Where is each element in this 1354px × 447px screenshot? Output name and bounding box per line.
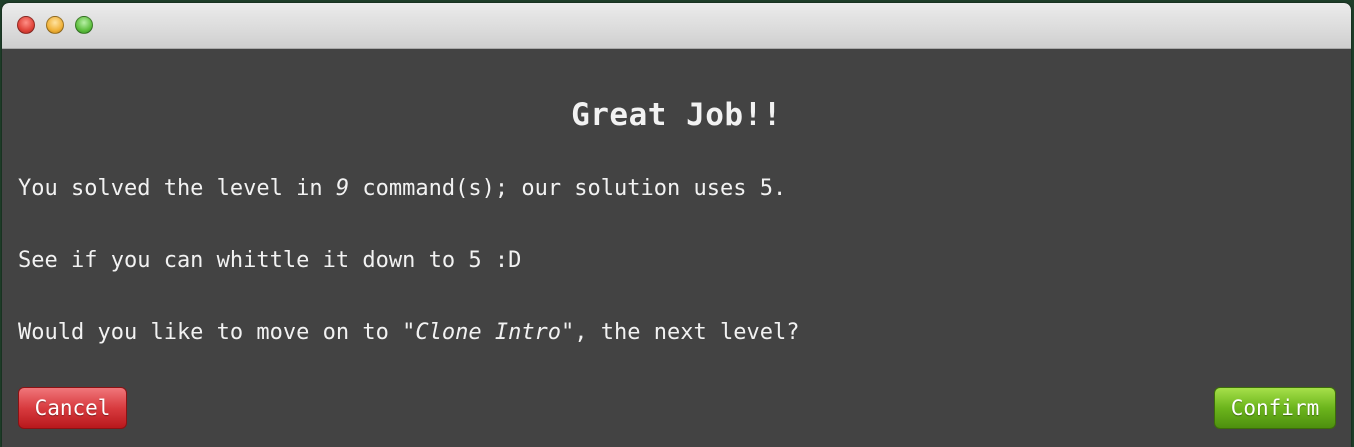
next-level-prompt: Would you like to move on to "Clone Intr… <box>18 320 799 345</box>
prompt-text-end: , the next level? <box>574 320 800 345</box>
dialog-content: Great Job!! You solved the level in 9 co… <box>2 49 1351 447</box>
whittle-hint: See if you can whittle it down to 5 :D <box>18 248 522 273</box>
maximize-window-button[interactable] <box>75 16 93 34</box>
prompt-text-start: Would you like to move on to <box>18 320 403 345</box>
command-count: 9 <box>335 176 350 201</box>
cancel-button[interactable]: Cancel <box>18 387 127 429</box>
summary-text-end: command(s); our solution uses 5. <box>349 176 787 201</box>
next-level-name: "Clone Intro" <box>402 320 575 345</box>
confirm-button[interactable]: Confirm <box>1214 387 1336 429</box>
dialog-window: Great Job!! You solved the level in 9 co… <box>2 3 1351 447</box>
minimize-window-button[interactable] <box>46 16 64 34</box>
summary-text-start: You solved the level in <box>18 176 336 201</box>
solution-summary: You solved the level in 9 command(s); ou… <box>18 176 786 201</box>
close-window-button[interactable] <box>17 16 35 34</box>
title-bar <box>2 3 1351 49</box>
dialog-heading: Great Job!! <box>571 97 782 133</box>
